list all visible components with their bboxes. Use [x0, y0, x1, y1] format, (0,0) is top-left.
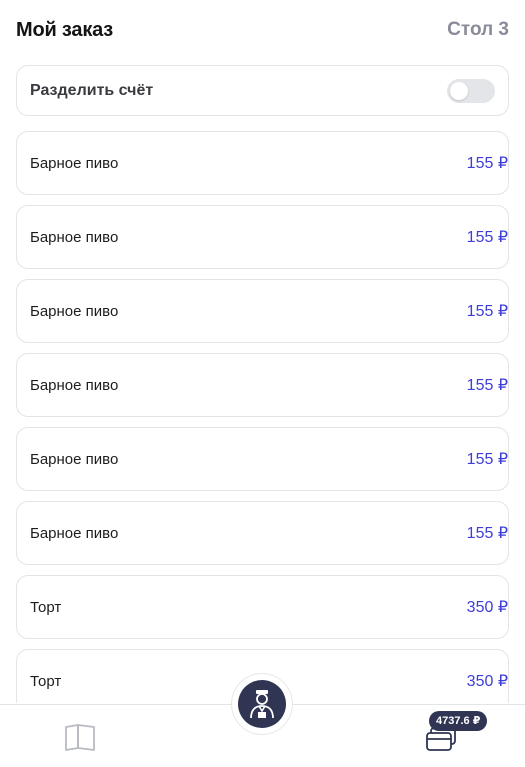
split-bill-label: Разделить счёт [30, 81, 154, 99]
item-name: Барное пиво [30, 450, 119, 468]
split-bill-toggle[interactable] [447, 78, 495, 103]
order-total-badge: 4737.6 ₽ [429, 711, 488, 731]
item-name: Барное пиво [30, 524, 119, 542]
item-price: 155 ₽ [466, 303, 508, 320]
item-name: Барное пиво [30, 228, 119, 246]
item-price: 155 ₽ [466, 229, 508, 246]
book-icon [65, 724, 95, 751]
order-item[interactable]: Барное пиво 155 ₽ [16, 131, 509, 195]
item-price: 155 ₽ [466, 377, 508, 394]
page-title: Мой заказ [16, 18, 114, 41]
order-item[interactable]: Торт 350 ₽ [16, 575, 509, 639]
toggle-knob [450, 81, 468, 100]
item-name: Барное пиво [30, 302, 119, 320]
order-item[interactable]: Барное пиво 155 ₽ [16, 205, 509, 269]
item-price: 350 ₽ [466, 673, 508, 690]
item-name: Барное пиво [30, 376, 119, 394]
item-price: 350 ₽ [466, 599, 508, 616]
call-waiter-button[interactable] [238, 680, 286, 728]
call-waiter-wrap [232, 674, 292, 734]
split-bill-row: Разделить счёт [16, 65, 509, 116]
item-price: 155 ₽ [466, 525, 508, 542]
menu-button[interactable] [63, 723, 97, 751]
order-item[interactable]: Барное пиво 155 ₽ [16, 353, 509, 417]
waiter-icon [250, 690, 274, 719]
item-name: Торт [30, 672, 62, 690]
item-price: 155 ₽ [466, 155, 508, 172]
table-number: Стол 3 [447, 19, 509, 40]
order-item[interactable]: Барное пиво 155 ₽ [16, 427, 509, 491]
order-item[interactable]: Барное пиво 155 ₽ [16, 279, 509, 343]
order-item[interactable]: Барное пиво 155 ₽ [16, 501, 509, 565]
order-list[interactable]: Разделить счёт Барное пиво 155 ₽ Барное … [16, 65, 509, 703]
item-price: 155 ₽ [466, 451, 508, 468]
header: Мой заказ Стол 3 [16, 16, 509, 44]
item-name: Барное пиво [30, 154, 119, 172]
item-name: Торт [30, 598, 62, 616]
